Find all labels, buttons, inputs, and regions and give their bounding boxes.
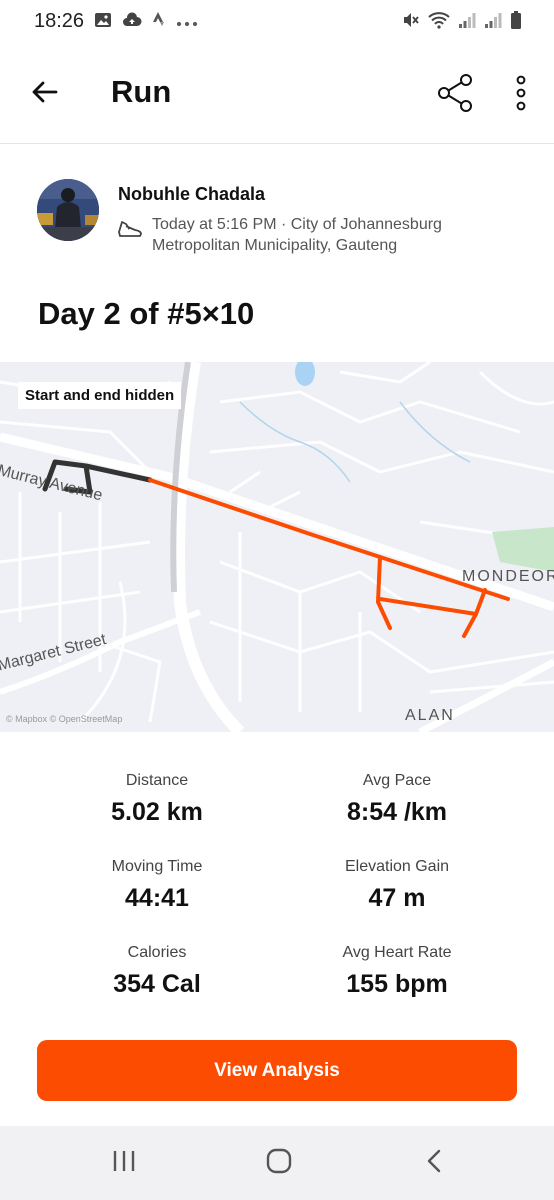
athlete-header: Nobuhle Chadala Today at 5:16 PM · City … (0, 144, 554, 284)
chevron-left-icon (426, 1149, 442, 1178)
map-canvas (0, 362, 554, 732)
privacy-badge: Start and end hidden (18, 382, 182, 409)
stat-value: 354 Cal (113, 970, 201, 998)
arrow-left-icon (30, 80, 58, 109)
gallery-icon (94, 12, 112, 33)
stat-value: 5.02 km (111, 798, 203, 826)
route-map[interactable]: Start and end hidden Murray Avenue Marga… (0, 362, 554, 732)
more-notifications-icon (176, 14, 198, 32)
stat-value: 155 bpm (346, 970, 448, 998)
activity-meta: Today at 5:16 PM · City of Johannesburg … (152, 216, 442, 254)
stat-avg-heart-rate: Avg Heart Rate 155 bpm (262, 944, 532, 999)
stat-label: Distance (125, 772, 189, 789)
strava-icon (152, 11, 166, 34)
avatar[interactable] (37, 179, 99, 241)
running-shoe-icon (117, 218, 143, 243)
stat-distance: Distance 5.02 km (22, 772, 292, 827)
system-nav-bar (0, 1126, 554, 1200)
map-label-mondeor: MONDEOR (462, 568, 554, 585)
stat-value: 8:54 /km (346, 798, 448, 826)
app-bar: Run (0, 44, 554, 144)
page-title: Run (111, 74, 172, 109)
stat-label: Elevation Gain (344, 858, 450, 875)
home-button[interactable] (249, 1146, 309, 1180)
share-icon (436, 73, 474, 118)
battery-icon (510, 11, 522, 34)
stat-elevation-gain: Elevation Gain 47 m (262, 858, 532, 913)
map-label-alan: ALAN (405, 707, 455, 724)
wifi-icon (428, 11, 450, 34)
activity-title: Day 2 of #5×10 (38, 296, 255, 331)
share-button[interactable] (432, 72, 478, 118)
status-time: 18:26 (34, 10, 85, 32)
cloud-upload-icon (122, 12, 142, 33)
more-options-button[interactable] (502, 72, 540, 118)
stat-label: Avg Heart Rate (342, 944, 452, 961)
stat-moving-time: Moving Time 44:41 (22, 858, 292, 913)
stat-value: 44:41 (125, 884, 189, 912)
stat-value: 47 m (368, 884, 426, 912)
status-bar: 18:26 (0, 0, 554, 44)
status-left-icons (94, 11, 198, 34)
view-analysis-button[interactable]: View Analysis (37, 1040, 517, 1101)
signal-icon-2 (484, 11, 502, 34)
recent-apps-icon (112, 1150, 136, 1177)
mute-icon (402, 11, 420, 34)
stat-label: Moving Time (111, 858, 203, 875)
stat-label: Avg Pace (362, 772, 432, 789)
system-back-button[interactable] (404, 1146, 464, 1180)
status-right-icons (402, 11, 522, 34)
recent-apps-button[interactable] (94, 1146, 154, 1180)
stat-avg-pace: Avg Pace 8:54 /km (262, 772, 532, 827)
map-attribution[interactable]: © Mapbox © OpenStreetMap (6, 714, 122, 724)
stat-label: Calories (127, 944, 187, 961)
stat-calories: Calories 354 Cal (22, 944, 292, 999)
athlete-name[interactable]: Nobuhle Chadala (118, 184, 265, 205)
signal-icon-1 (458, 11, 476, 34)
home-icon (266, 1148, 292, 1179)
more-vertical-icon (515, 75, 527, 116)
back-button[interactable] (22, 72, 66, 116)
